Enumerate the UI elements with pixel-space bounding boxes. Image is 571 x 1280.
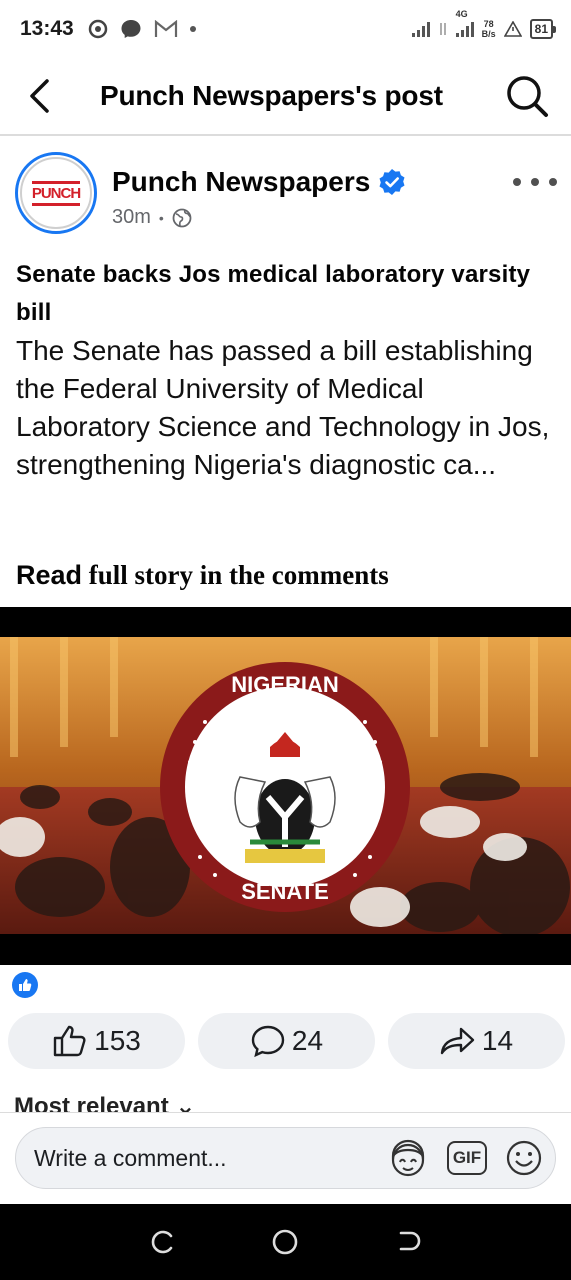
gif-label: GIF <box>452 1148 482 1167</box>
search-icon <box>507 76 548 117</box>
page-title: Punch Newspapers's post <box>100 80 443 111</box>
post-text: Senate backs Jos medical laboratory vars… <box>16 256 556 484</box>
post-time[interactable]: 30m <box>112 206 151 229</box>
meta-separator: • <box>158 209 164 226</box>
read-more-line: Read full story in the comments <box>16 560 389 590</box>
share-icon <box>440 1027 475 1055</box>
battery-indicator: 81 <box>529 19 557 39</box>
rate-unit: B/s <box>481 29 496 39</box>
warning-icon <box>503 21 522 37</box>
rate-value: 78 <box>483 19 494 29</box>
dot-icon <box>189 26 196 32</box>
thumbs-up-icon <box>53 1025 86 1057</box>
home-icon[interactable] <box>270 1227 300 1257</box>
share-count: 14 <box>481 1025 514 1056</box>
page-name[interactable]: Punch Newspapers <box>112 166 370 198</box>
chevron-down-icon: ⌄ <box>175 1093 196 1112</box>
chrome-icon <box>88 19 107 39</box>
search-button[interactable] <box>493 57 561 135</box>
post-image[interactable]: NIGERIAN SENATE <box>0 607 571 965</box>
share-button[interactable]: 14 <box>388 1013 565 1069</box>
back-button[interactable] <box>0 57 78 135</box>
comment-input[interactable]: Write a comment... GIF <box>15 1127 556 1189</box>
post-body[interactable]: The Senate has passed a bill establishin… <box>16 332 556 484</box>
sort-comments-dropdown[interactable]: Most relevant ⌄ <box>14 1092 196 1112</box>
status-time: 13:43 <box>20 17 74 40</box>
post-headline: Senate backs Jos medical laboratory vars… <box>16 261 531 326</box>
post-author-row: PUNCH Punch Newspapers 30m • <box>0 152 571 242</box>
comment-count: 24 <box>291 1025 324 1056</box>
signal-4g-icon <box>455 21 474 37</box>
network-type: 4G <box>455 9 468 19</box>
data-arrows-icon <box>439 23 446 35</box>
emoji-icon[interactable] <box>505 1139 543 1177</box>
gif-button[interactable]: GIF <box>447 1141 487 1175</box>
gmail-icon <box>154 20 177 37</box>
back-nav-icon[interactable] <box>394 1227 424 1257</box>
seal-bottom-text: SENATE <box>241 879 329 904</box>
status-bar: 13:43 4G 78 B/s 81 <box>0 0 571 58</box>
punch-logo: PUNCH <box>31 180 81 206</box>
messenger-icon <box>121 20 141 38</box>
senate-chamber-image: NIGERIAN SENATE <box>0 637 571 934</box>
back-arrow-icon <box>30 79 49 113</box>
signal-icon <box>411 21 430 37</box>
globe-icon <box>172 208 192 227</box>
more-options-button[interactable] <box>513 170 557 194</box>
like-button[interactable]: 153 <box>8 1013 185 1069</box>
avatar-sticker-icon[interactable] <box>387 1138 429 1178</box>
comment-icon <box>251 1025 285 1058</box>
comment-composer-bar: Write a comment... GIF <box>0 1112 571 1204</box>
post-actions: 153 24 14 <box>8 1013 565 1069</box>
system-nav-bar <box>0 1204 571 1280</box>
like-reaction-icon[interactable] <box>12 972 38 998</box>
verified-badge-icon <box>379 169 405 195</box>
comment-placeholder: Write a comment... <box>34 1144 227 1171</box>
avatar[interactable]: PUNCH <box>15 152 97 234</box>
like-count: 153 <box>94 1025 141 1056</box>
recent-apps-icon[interactable] <box>147 1227 177 1257</box>
post-header-bar: Punch Newspapers's post <box>0 58 571 136</box>
comment-button[interactable]: 24 <box>198 1013 375 1069</box>
seal-top-text: NIGERIAN <box>231 672 339 697</box>
sort-label: Most relevant <box>14 1093 169 1112</box>
